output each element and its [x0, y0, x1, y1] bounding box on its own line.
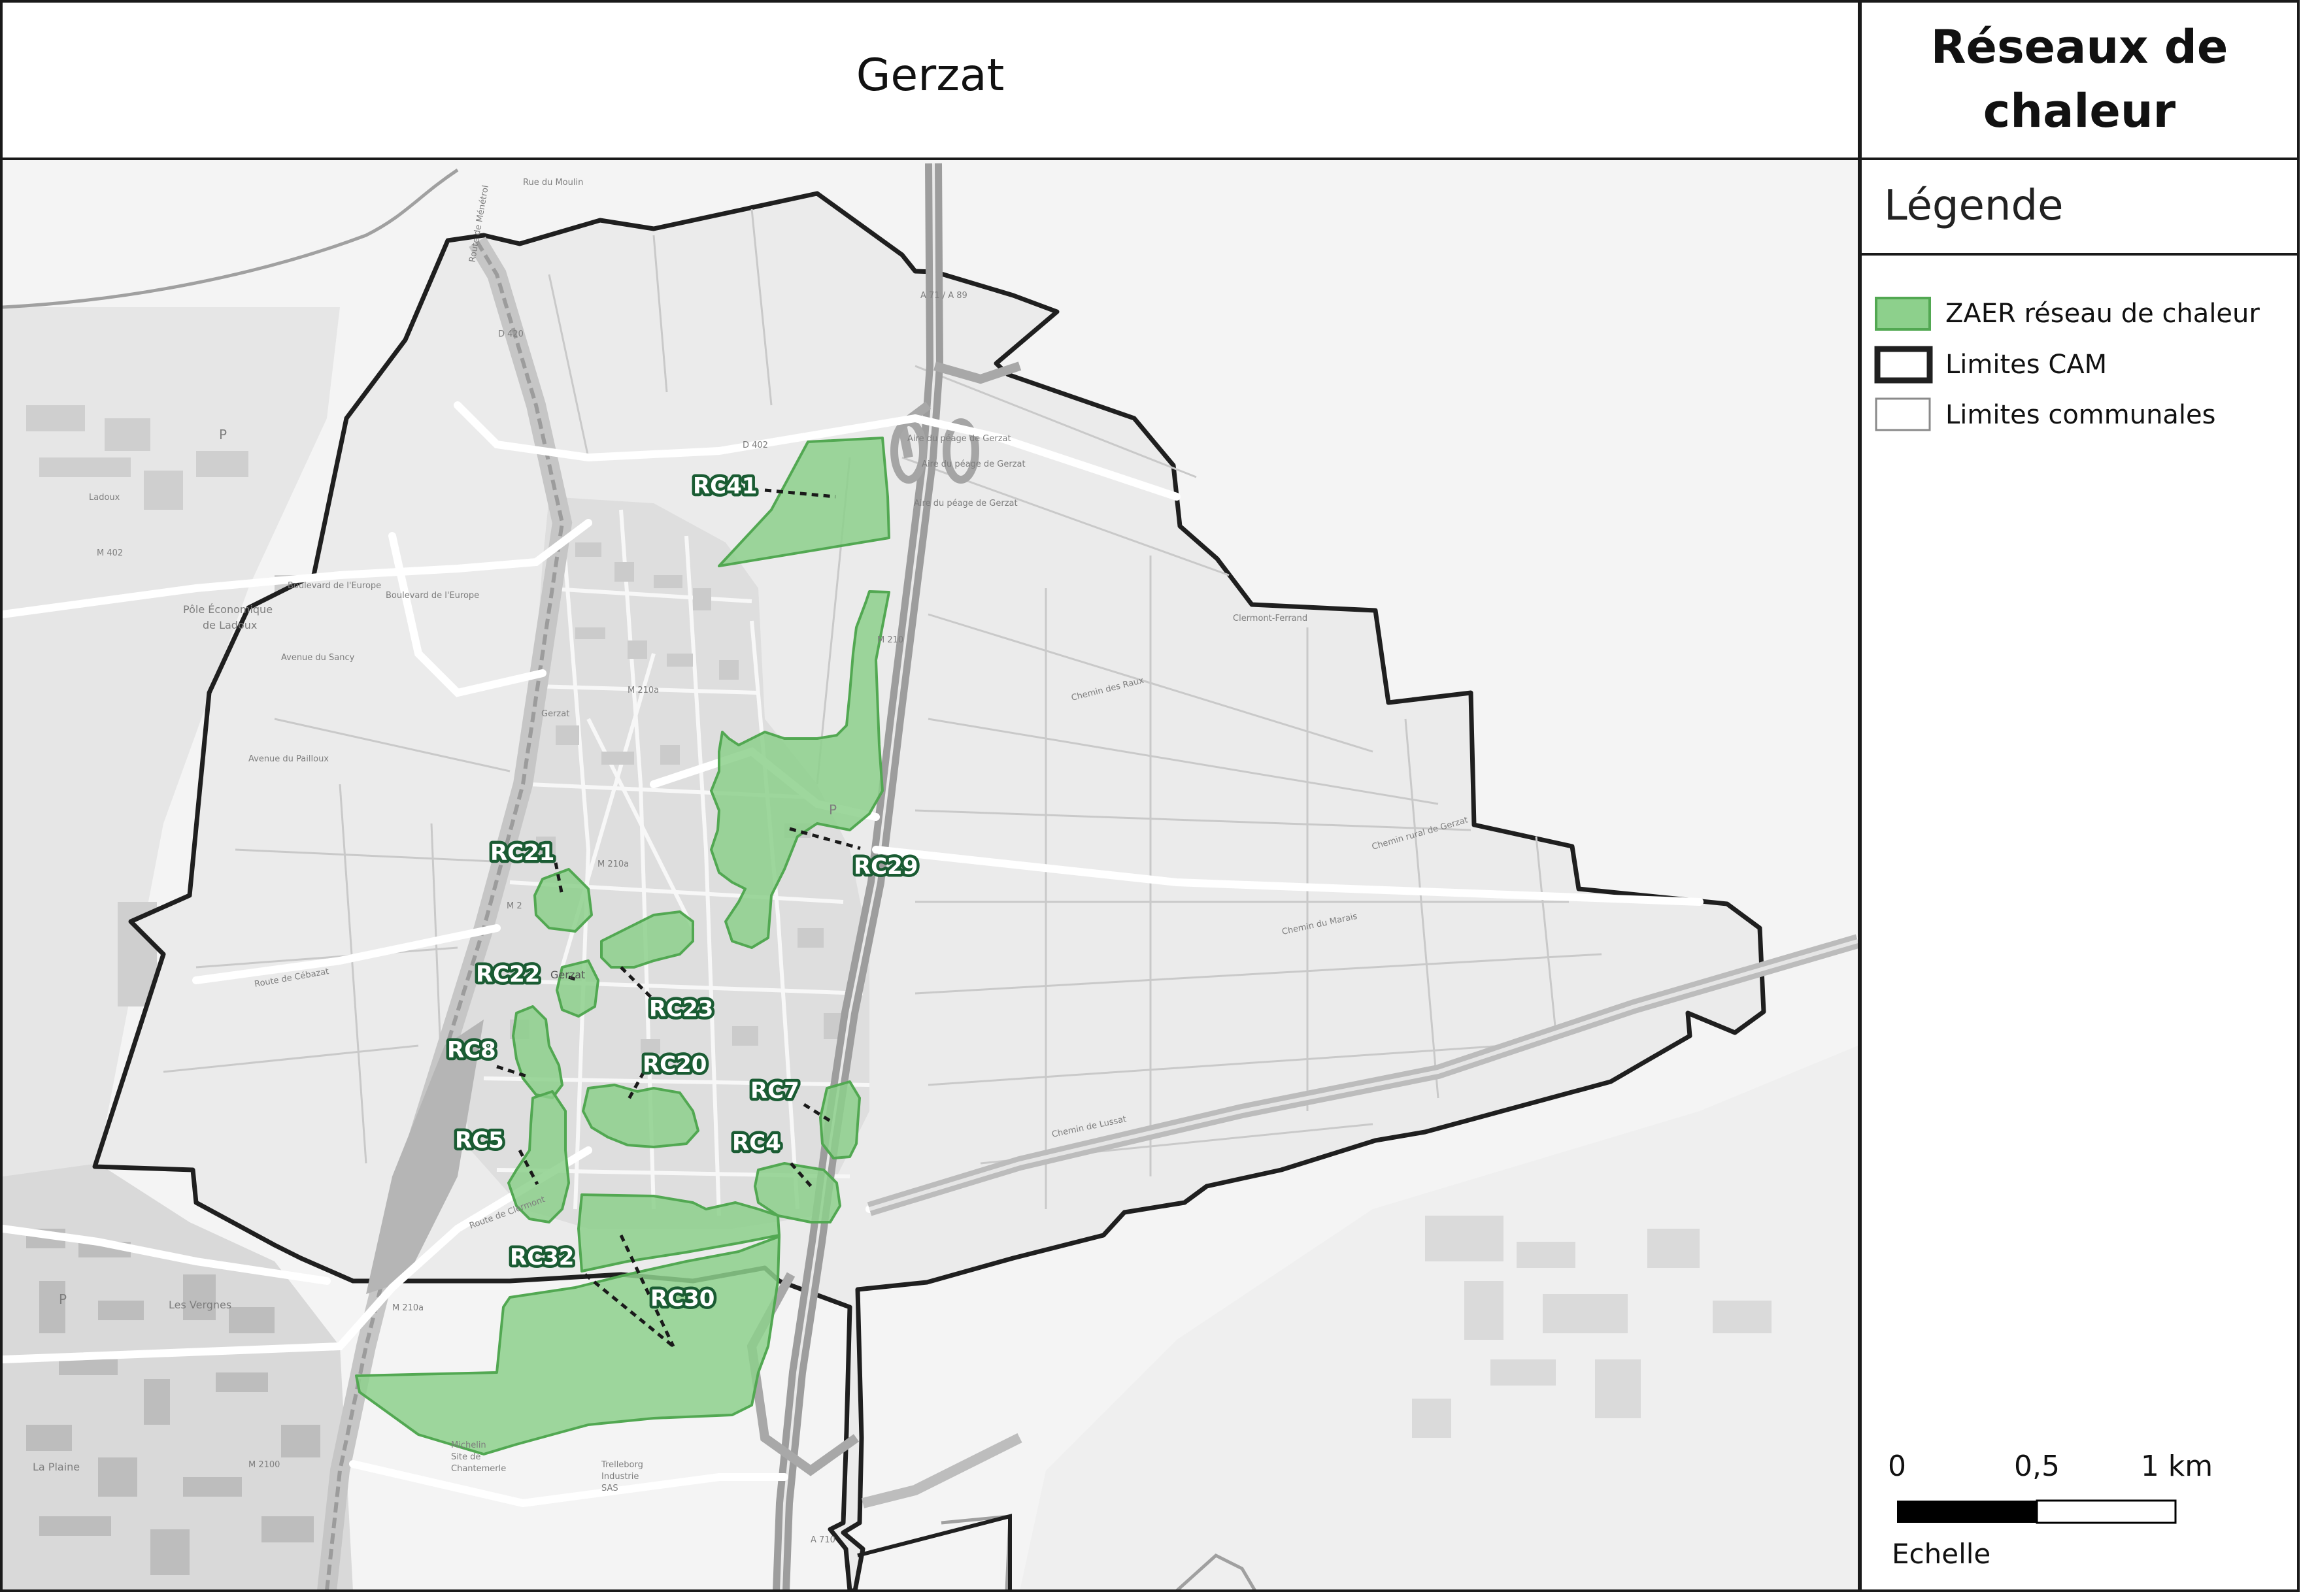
label-les-vergnes: Les Vergnes [169, 1299, 231, 1311]
zone-label-rc41: RC41 [693, 473, 757, 499]
scale-bar-white [2036, 1499, 2177, 1524]
label-m210a-1: M 210a [628, 686, 659, 695]
zone-label-rc8: RC8 [447, 1037, 496, 1063]
zone-label-rc22: RC22 [476, 961, 540, 988]
parking-symbol-1: P [219, 427, 227, 442]
legend-item-cam: Limites CAM [1874, 346, 2107, 384]
zone-label-rc5: RC5 [455, 1127, 504, 1154]
label-michelin-2: Site de [451, 1452, 480, 1462]
zone-label-rc30: RC30 [650, 1286, 714, 1312]
label-rue-moulin: Rue du Moulin [523, 178, 583, 188]
zone-label-rc7: RC7 [750, 1078, 799, 1104]
map-title: Gerzat [856, 50, 1005, 101]
label-michelin-3: Chantemerle [451, 1464, 506, 1474]
label-aire-peage-3: Aire du péage de Gerzat [914, 499, 1018, 508]
label-ladoux: Ladoux [89, 493, 120, 503]
scale-bar-black [1897, 1501, 2037, 1523]
legend-swatch-zaer [1875, 297, 1931, 331]
legend-swatch-cam [1874, 346, 1933, 384]
zone-label-rc20: RC20 [643, 1052, 707, 1078]
label-d402: D 402 [743, 441, 768, 450]
legend-label-zaer: ZAER réseau de chaleur [1945, 299, 2260, 329]
label-m210a-3: M 210a [392, 1303, 424, 1313]
panel-title-line2: chaleur [1983, 84, 2176, 138]
legend-heading: Légende [1884, 182, 2063, 230]
label-d420: D 420 [498, 329, 524, 339]
label-m210: M 210 [877, 635, 903, 645]
legend-label-cam: Limites CAM [1945, 350, 2107, 380]
label-gerzat-north: Gerzat [541, 709, 569, 719]
label-trelleborg-3: SAS [601, 1484, 618, 1493]
label-m2: M 2 [507, 901, 522, 911]
label-aire-peage-1: Aire du péage de Gerzat [907, 434, 1011, 444]
label-a710: A 710 [811, 1535, 835, 1545]
label-gerzat-center: Gerzat [550, 969, 585, 981]
legend-swatch-communes [1875, 397, 1931, 431]
parking-symbol-3: P [59, 1291, 67, 1307]
label-avenue-sancy: Avenue du Sancy [281, 653, 355, 663]
label-trelleborg: Trelleborg [601, 1460, 643, 1470]
scale-tick-end: 1 km [2141, 1450, 2213, 1483]
label-trelleborg-2: Industrie [601, 1472, 639, 1482]
label-michelin: Michelin [451, 1440, 486, 1450]
zone-label-rc4: RC4 [732, 1130, 781, 1156]
zone-label-rc23: RC23 [649, 996, 713, 1022]
label-m2100: M 2100 [248, 1460, 280, 1470]
label-avenue-pailloux: Avenue du Pailloux [248, 754, 329, 764]
label-aire-peage-2: Aire du péage de Gerzat [922, 459, 1026, 469]
label-clermont: Clermont-Ferrand [1233, 614, 1307, 623]
zone-label-rc29: RC29 [854, 854, 918, 880]
map-canvas: Rue du Moulin Route de Ménétrol D 420 D … [0, 0, 2301, 1593]
label-pole-eco-2: de Ladoux [203, 619, 257, 631]
panel-title-line1: Réseaux de [1931, 20, 2228, 74]
zone-label-rc32: RC32 [510, 1244, 574, 1271]
parking-symbol-2: P [829, 802, 837, 818]
map-frame: Rue du Moulin Route de Ménétrol D 420 D … [3, 160, 1858, 1591]
scale-tick-0: 0 [1888, 1450, 1906, 1483]
label-m402: M 402 [97, 548, 123, 558]
scale-caption: Echelle [1892, 1538, 1990, 1570]
label-bd-europe-1: Boulevard de l'Europe [288, 581, 381, 591]
label-m210a-2: M 210a [597, 859, 629, 869]
label-la-plaine: La Plaine [33, 1461, 80, 1473]
legend-item-communes: Limites communales [1875, 397, 2216, 431]
label-pole-eco: Pôle Économique [183, 603, 273, 616]
legend-label-communes: Limites communales [1945, 400, 2216, 430]
zone-label-rc21: RC21 [490, 840, 554, 866]
label-bd-europe-2: Boulevard de l'Europe [386, 591, 479, 601]
scale-tick-mid: 0,5 [2014, 1450, 2060, 1483]
label-a71: A 71 / A 89 [920, 291, 967, 301]
map-layout: Rue du Moulin Route de Ménétrol D 420 D … [0, 0, 2301, 1593]
